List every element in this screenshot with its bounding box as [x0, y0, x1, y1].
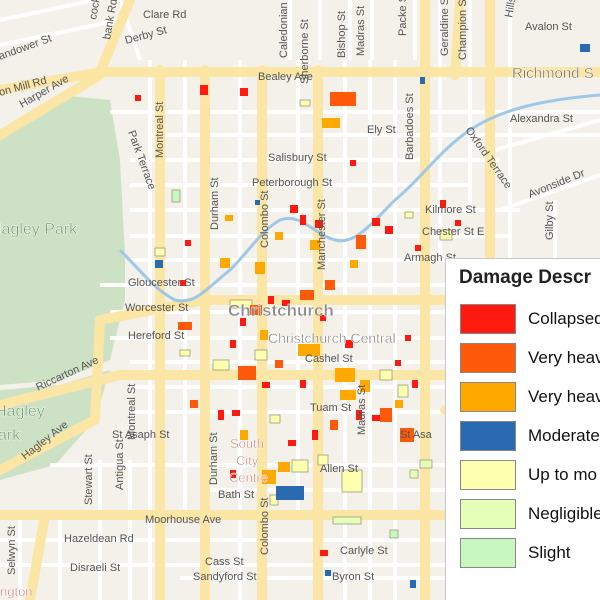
legend-label-negligible: Negligible	[528, 504, 600, 523]
street-label: Hereford St	[128, 330, 184, 342]
street-label: Peterborough St	[252, 177, 332, 189]
damage-legend: Damage Descr Collapsed Very heav Very he…	[445, 258, 600, 600]
legend-label-collapsed: Collapsed	[528, 309, 600, 328]
street-label: Durham St	[209, 177, 221, 230]
legend-swatch-slight	[460, 538, 516, 568]
street-label: Stewart St	[83, 454, 95, 505]
street-label: St Asaph St	[112, 429, 169, 441]
street-label: Packe St	[397, 0, 409, 36]
legend-swatch-very-heavy-1	[460, 343, 516, 373]
street-label: Sherborne St	[299, 19, 311, 84]
place-label: Christchurch	[228, 301, 334, 320]
legend-item-up-to-moderate: Up to mo	[460, 460, 600, 492]
place-label: Hagley Park	[0, 221, 78, 238]
street-label: Disraeli St	[70, 562, 120, 574]
street-label: Kilmore St	[425, 204, 476, 216]
street-label: Avalon St	[525, 21, 572, 33]
legend-swatch-very-heavy-2	[460, 382, 516, 412]
legend-swatch-moderate	[460, 421, 516, 451]
place-label: Christchurch Central	[268, 330, 396, 346]
street-label: Ely St	[367, 124, 396, 136]
street-label: Gloucester St	[128, 277, 195, 289]
legend-item-very-heavy-2: Very heav	[460, 382, 600, 414]
place-label: Centre	[229, 470, 268, 485]
legend-item-collapsed: Collapsed	[460, 304, 600, 336]
place-label: ngton	[0, 584, 33, 599]
legend-swatch-collapsed	[460, 304, 516, 334]
street-label: Hazeldean Rd	[64, 533, 134, 545]
street-label: Bishop St	[336, 11, 348, 58]
place-label: City	[236, 453, 259, 468]
street-label: Colombo St	[259, 498, 271, 555]
street-label: Antigua St	[114, 439, 126, 490]
legend-label-slight: Slight	[528, 543, 571, 562]
street-label: Gilby St	[544, 201, 556, 240]
street-label: Cass St	[205, 556, 244, 568]
hagley-park-area	[0, 95, 125, 385]
street-label: Bath St	[218, 489, 254, 501]
street-label: Caledonian Rd	[278, 0, 290, 58]
street-label: Chester St E	[422, 226, 484, 238]
street-label: Clare Rd	[143, 9, 186, 21]
legend-swatch-up-to-moderate	[460, 460, 516, 490]
street-label: Montreal St	[154, 102, 166, 158]
place-label: South	[230, 436, 264, 451]
legend-label-moderate: Moderate	[528, 426, 600, 445]
street-label: Champion St	[457, 0, 469, 60]
street-label: Manchester St	[316, 199, 328, 270]
street-label: Sandyford St	[193, 571, 257, 583]
street-label: Tuam St	[310, 402, 351, 414]
place-label: Hagley	[0, 403, 45, 420]
legend-title: Damage Descr	[459, 267, 592, 288]
street-label: Moorhouse Ave	[145, 514, 221, 526]
street-label: Colombo St	[259, 191, 271, 248]
street-label: Alexandra St	[510, 113, 573, 125]
street-label: Geraldine St	[439, 0, 451, 56]
street-label: Madras St	[355, 6, 367, 56]
legend-item-negligible: Negligible	[460, 499, 600, 531]
legend-item-moderate: Moderate	[460, 421, 600, 453]
street-label: Worcester St	[125, 302, 188, 314]
street-label: Salisbury St	[268, 152, 327, 164]
street-label: Carlyle St	[340, 545, 388, 557]
place-label: ark	[0, 427, 21, 444]
legend-item-slight: Slight	[460, 538, 600, 570]
legend-item-very-heavy-1: Very heav	[460, 343, 600, 375]
street-label: Barbadoes St	[404, 93, 416, 160]
street-label: Madras St	[356, 385, 368, 435]
street-label: Durham St	[208, 432, 220, 485]
legend-label-up-to-moderate: Up to mo	[528, 465, 597, 484]
street-label: Byron St	[332, 571, 374, 583]
legend-label-very-heavy-1: Very heav	[528, 348, 600, 367]
street-label: Montreal St	[126, 384, 138, 440]
street-label: Cashel St	[305, 353, 353, 365]
street-label: Selwyn St	[6, 526, 18, 575]
street-label: Allen St	[320, 463, 358, 475]
legend-swatch-negligible	[460, 499, 516, 529]
legend-label-very-heavy-2: Very heav	[528, 387, 600, 406]
street-label: St Asa	[400, 429, 433, 441]
place-label: Richmond S	[512, 65, 594, 82]
